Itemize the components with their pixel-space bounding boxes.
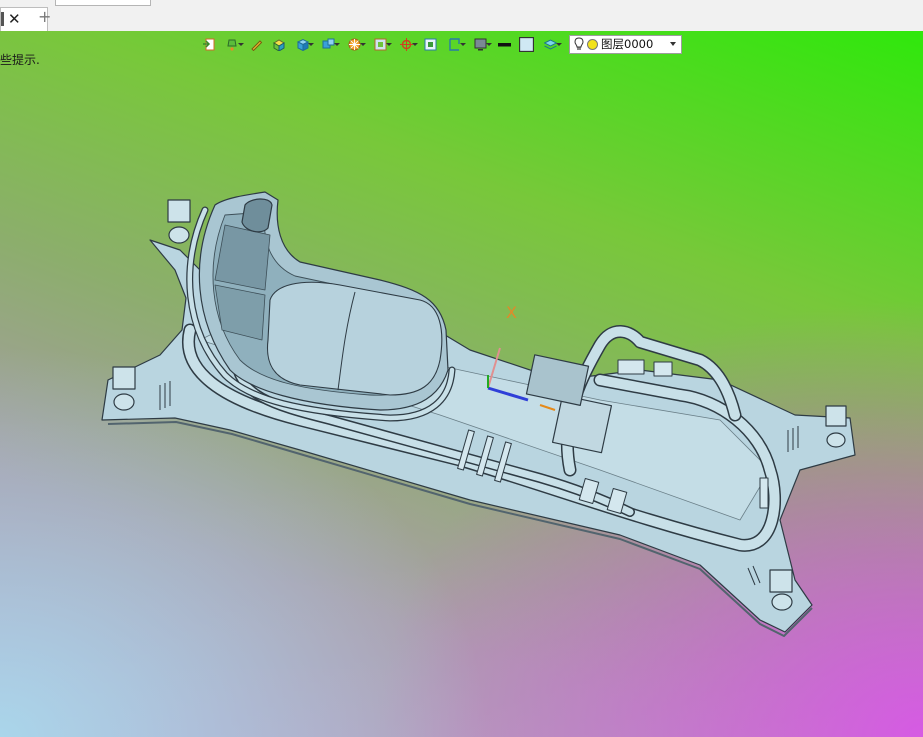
solid-dropdown[interactable]	[289, 34, 315, 54]
color-button[interactable]	[515, 34, 537, 54]
lightbulb-icon	[574, 37, 584, 50]
hint-text: 些提示.	[0, 53, 40, 67]
pen-icon	[250, 39, 262, 51]
tab-bar: ✕ +	[0, 0, 923, 32]
view-dropdown[interactable]	[315, 34, 341, 54]
command-input[interactable]	[55, 0, 151, 6]
section-dropdown[interactable]	[441, 34, 467, 54]
paint-icon	[226, 39, 237, 51]
fit-view-button[interactable]	[419, 34, 441, 54]
color-swatch-icon	[518, 36, 534, 52]
import-button[interactable]	[197, 34, 219, 54]
triad-x-label: X	[506, 303, 517, 322]
frame-dropdown[interactable]	[367, 34, 393, 54]
render-dropdown[interactable]	[341, 34, 367, 54]
pen-button[interactable]	[245, 34, 267, 54]
import-icon	[202, 38, 214, 50]
view-cube-icon	[322, 38, 334, 48]
layers-icon	[543, 38, 557, 50]
fit-view-icon	[424, 38, 436, 50]
monitor-icon	[474, 38, 486, 50]
line-style-button[interactable]	[493, 34, 515, 54]
view-toolbar: 图层0000	[197, 33, 682, 55]
chevron-down-icon[interactable]	[670, 41, 676, 46]
3d-viewport[interactable]: X 些提示. 图层0000	[0, 31, 923, 737]
snap-dropdown[interactable]	[393, 34, 419, 54]
layer-name: 图层0000	[601, 37, 654, 51]
close-icon[interactable]: ✕	[8, 10, 21, 28]
display-dropdown[interactable]	[467, 34, 493, 54]
layer-color-dot	[587, 38, 598, 50]
box-shade-icon	[272, 38, 285, 51]
layer-dropdown[interactable]	[537, 34, 563, 54]
cube-icon	[296, 38, 309, 51]
shade-button[interactable]	[267, 34, 289, 54]
layer-select[interactable]: 图层0000	[569, 34, 682, 54]
section-icon	[448, 37, 460, 51]
paint-dropdown[interactable]	[219, 34, 245, 54]
tab-title-fragment	[1, 12, 4, 26]
frame-icon	[374, 38, 386, 50]
line-weight-icon	[497, 42, 511, 46]
seat-frame-model: X	[101, 191, 856, 637]
plus-icon[interactable]: +	[38, 8, 51, 26]
target-icon	[399, 37, 413, 51]
sun-icon	[348, 38, 360, 50]
